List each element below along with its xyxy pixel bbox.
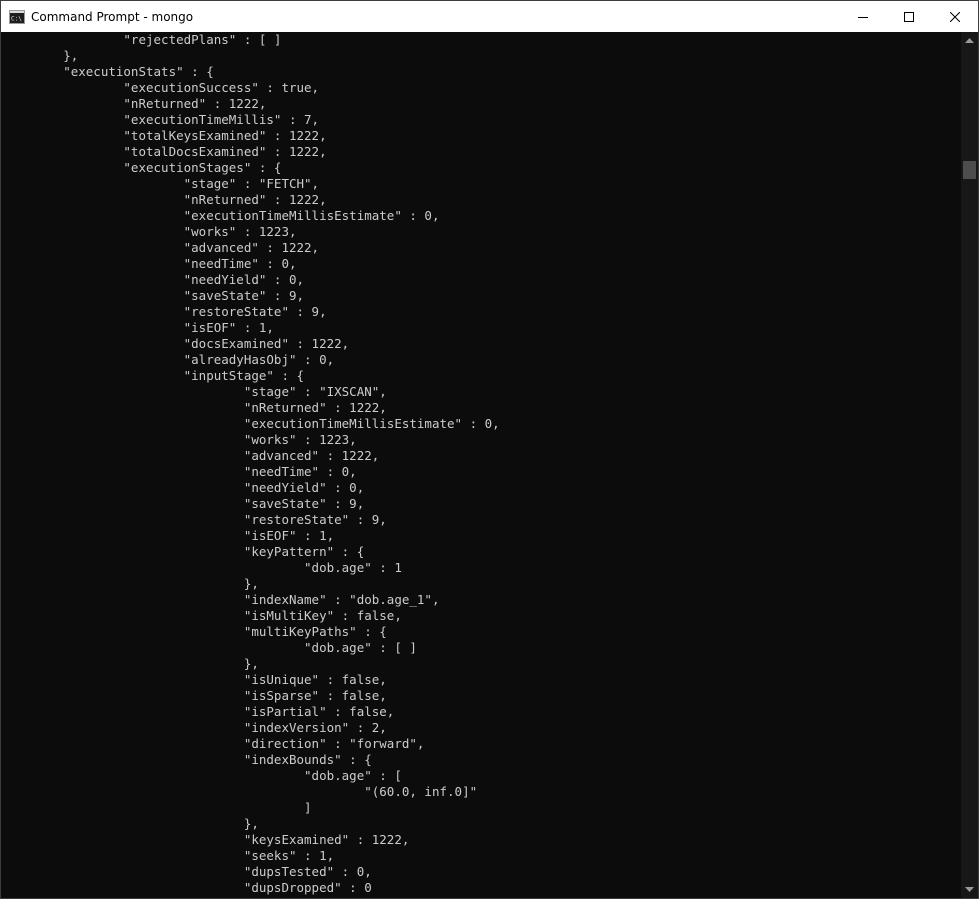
console-line: "dupsTested" : 0,: [3, 864, 372, 879]
close-icon: [950, 11, 960, 22]
console-line: "inputStage" : {: [3, 368, 305, 383]
console-line: "stage" : "FETCH",: [3, 176, 320, 191]
maximize-icon: [904, 11, 914, 22]
console-line: "works" : 1223,: [3, 432, 357, 447]
console-line: },: [3, 48, 79, 63]
console-line: "rejectedPlans" : [ ]: [3, 32, 282, 47]
console-line: "restoreState" : 9,: [3, 512, 387, 527]
console-line: "direction" : "forward",: [3, 736, 425, 751]
console-line: "dob.age" : 1: [3, 560, 402, 575]
console-line: "indexVersion" : 2,: [3, 720, 387, 735]
close-button[interactable]: [932, 1, 978, 32]
console-line: "totalDocsExamined" : 1222,: [3, 144, 327, 159]
console-line: },: [3, 576, 259, 591]
console-line: "stage" : "IXSCAN",: [3, 384, 387, 399]
console-line: "executionSuccess" : true,: [3, 80, 320, 95]
cmd-icon: C:\: [9, 9, 25, 24]
scroll-up-arrow-icon: [965, 37, 974, 43]
console-line: "docsExamined" : 1222,: [3, 336, 350, 351]
console-line: "executionStages" : {: [3, 160, 282, 175]
scroll-down-arrow-icon: [965, 886, 974, 892]
console-line: "isUnique" : false,: [3, 672, 387, 687]
console-line: "isEOF" : 1,: [3, 528, 335, 543]
console-line: "restoreState" : 9,: [3, 304, 327, 319]
console-line: "executionTimeMillis" : 7,: [3, 112, 320, 127]
console-line: "executionStats" : {: [3, 64, 214, 79]
vertical-scrollbar[interactable]: [961, 32, 978, 898]
console-line: "needYield" : 0,: [3, 480, 365, 495]
console-line: "needTime" : 0,: [3, 256, 297, 271]
console-line: "saveState" : 9,: [3, 288, 305, 303]
console-output[interactable]: "rejectedPlans" : [ ] }, "executionStats…: [1, 32, 961, 898]
console-line: "advanced" : 1222,: [3, 240, 320, 255]
console-line: "nReturned" : 1222,: [3, 192, 327, 207]
console-line: "executionTimeMillisEstimate" : 0,: [3, 208, 440, 223]
console-line: },: [3, 656, 259, 671]
console-line: "indexBounds" : {: [3, 752, 372, 767]
console-line: "alreadyHasObj" : 0,: [3, 352, 335, 367]
console-line: ]: [3, 800, 312, 815]
command-prompt-window: C:\ Command Prompt - mongo "rejectedPlan…: [0, 0, 979, 899]
console-line: "isPartial" : false,: [3, 704, 395, 719]
console-line: "nReturned" : 1222,: [3, 96, 267, 111]
console-line: "(60.0, inf.0]": [3, 784, 478, 799]
minimize-icon: [858, 16, 868, 18]
console-line: "works" : 1223,: [3, 224, 297, 239]
window-title: Command Prompt - mongo: [31, 9, 194, 24]
console-line: "advanced" : 1222,: [3, 448, 380, 463]
console-line: "dupsDropped" : 0: [3, 880, 372, 895]
console-line: "isMultiKey" : false,: [3, 608, 402, 623]
console-line: "executionTimeMillisEstimate" : 0,: [3, 416, 500, 431]
maximize-button[interactable]: [886, 1, 932, 32]
console-line: "isSparse" : false,: [3, 688, 387, 703]
console-line: "isEOF" : 1,: [3, 320, 274, 335]
console-line: "nReturned" : 1222,: [3, 400, 387, 415]
console-line: "seeks" : 1,: [3, 848, 335, 863]
console-line: "needYield" : 0,: [3, 272, 305, 287]
console-line: "dob.age" : [: [3, 768, 402, 783]
console-line: "keyPattern" : {: [3, 544, 365, 559]
console-line: "keysExamined" : 1222,: [3, 832, 410, 847]
title-bar[interactable]: C:\ Command Prompt - mongo: [1, 1, 978, 32]
console-line: "saveState" : 9,: [3, 496, 365, 511]
console-line: "dob.age" : [ ]: [3, 640, 417, 655]
scroll-thumb[interactable]: [963, 161, 976, 179]
scroll-down-button[interactable]: [961, 881, 978, 898]
console-line: "indexName" : "dob.age_1",: [3, 592, 440, 607]
console-line: "multiKeyPaths" : {: [3, 624, 387, 639]
minimize-button[interactable]: [840, 1, 886, 32]
svg-text:C:\: C:\: [11, 15, 22, 22]
console-line: "needTime" : 0,: [3, 464, 357, 479]
console-line: },: [3, 816, 259, 831]
scroll-up-button[interactable]: [961, 32, 978, 49]
console-line: "totalKeysExamined" : 1222,: [3, 128, 327, 143]
